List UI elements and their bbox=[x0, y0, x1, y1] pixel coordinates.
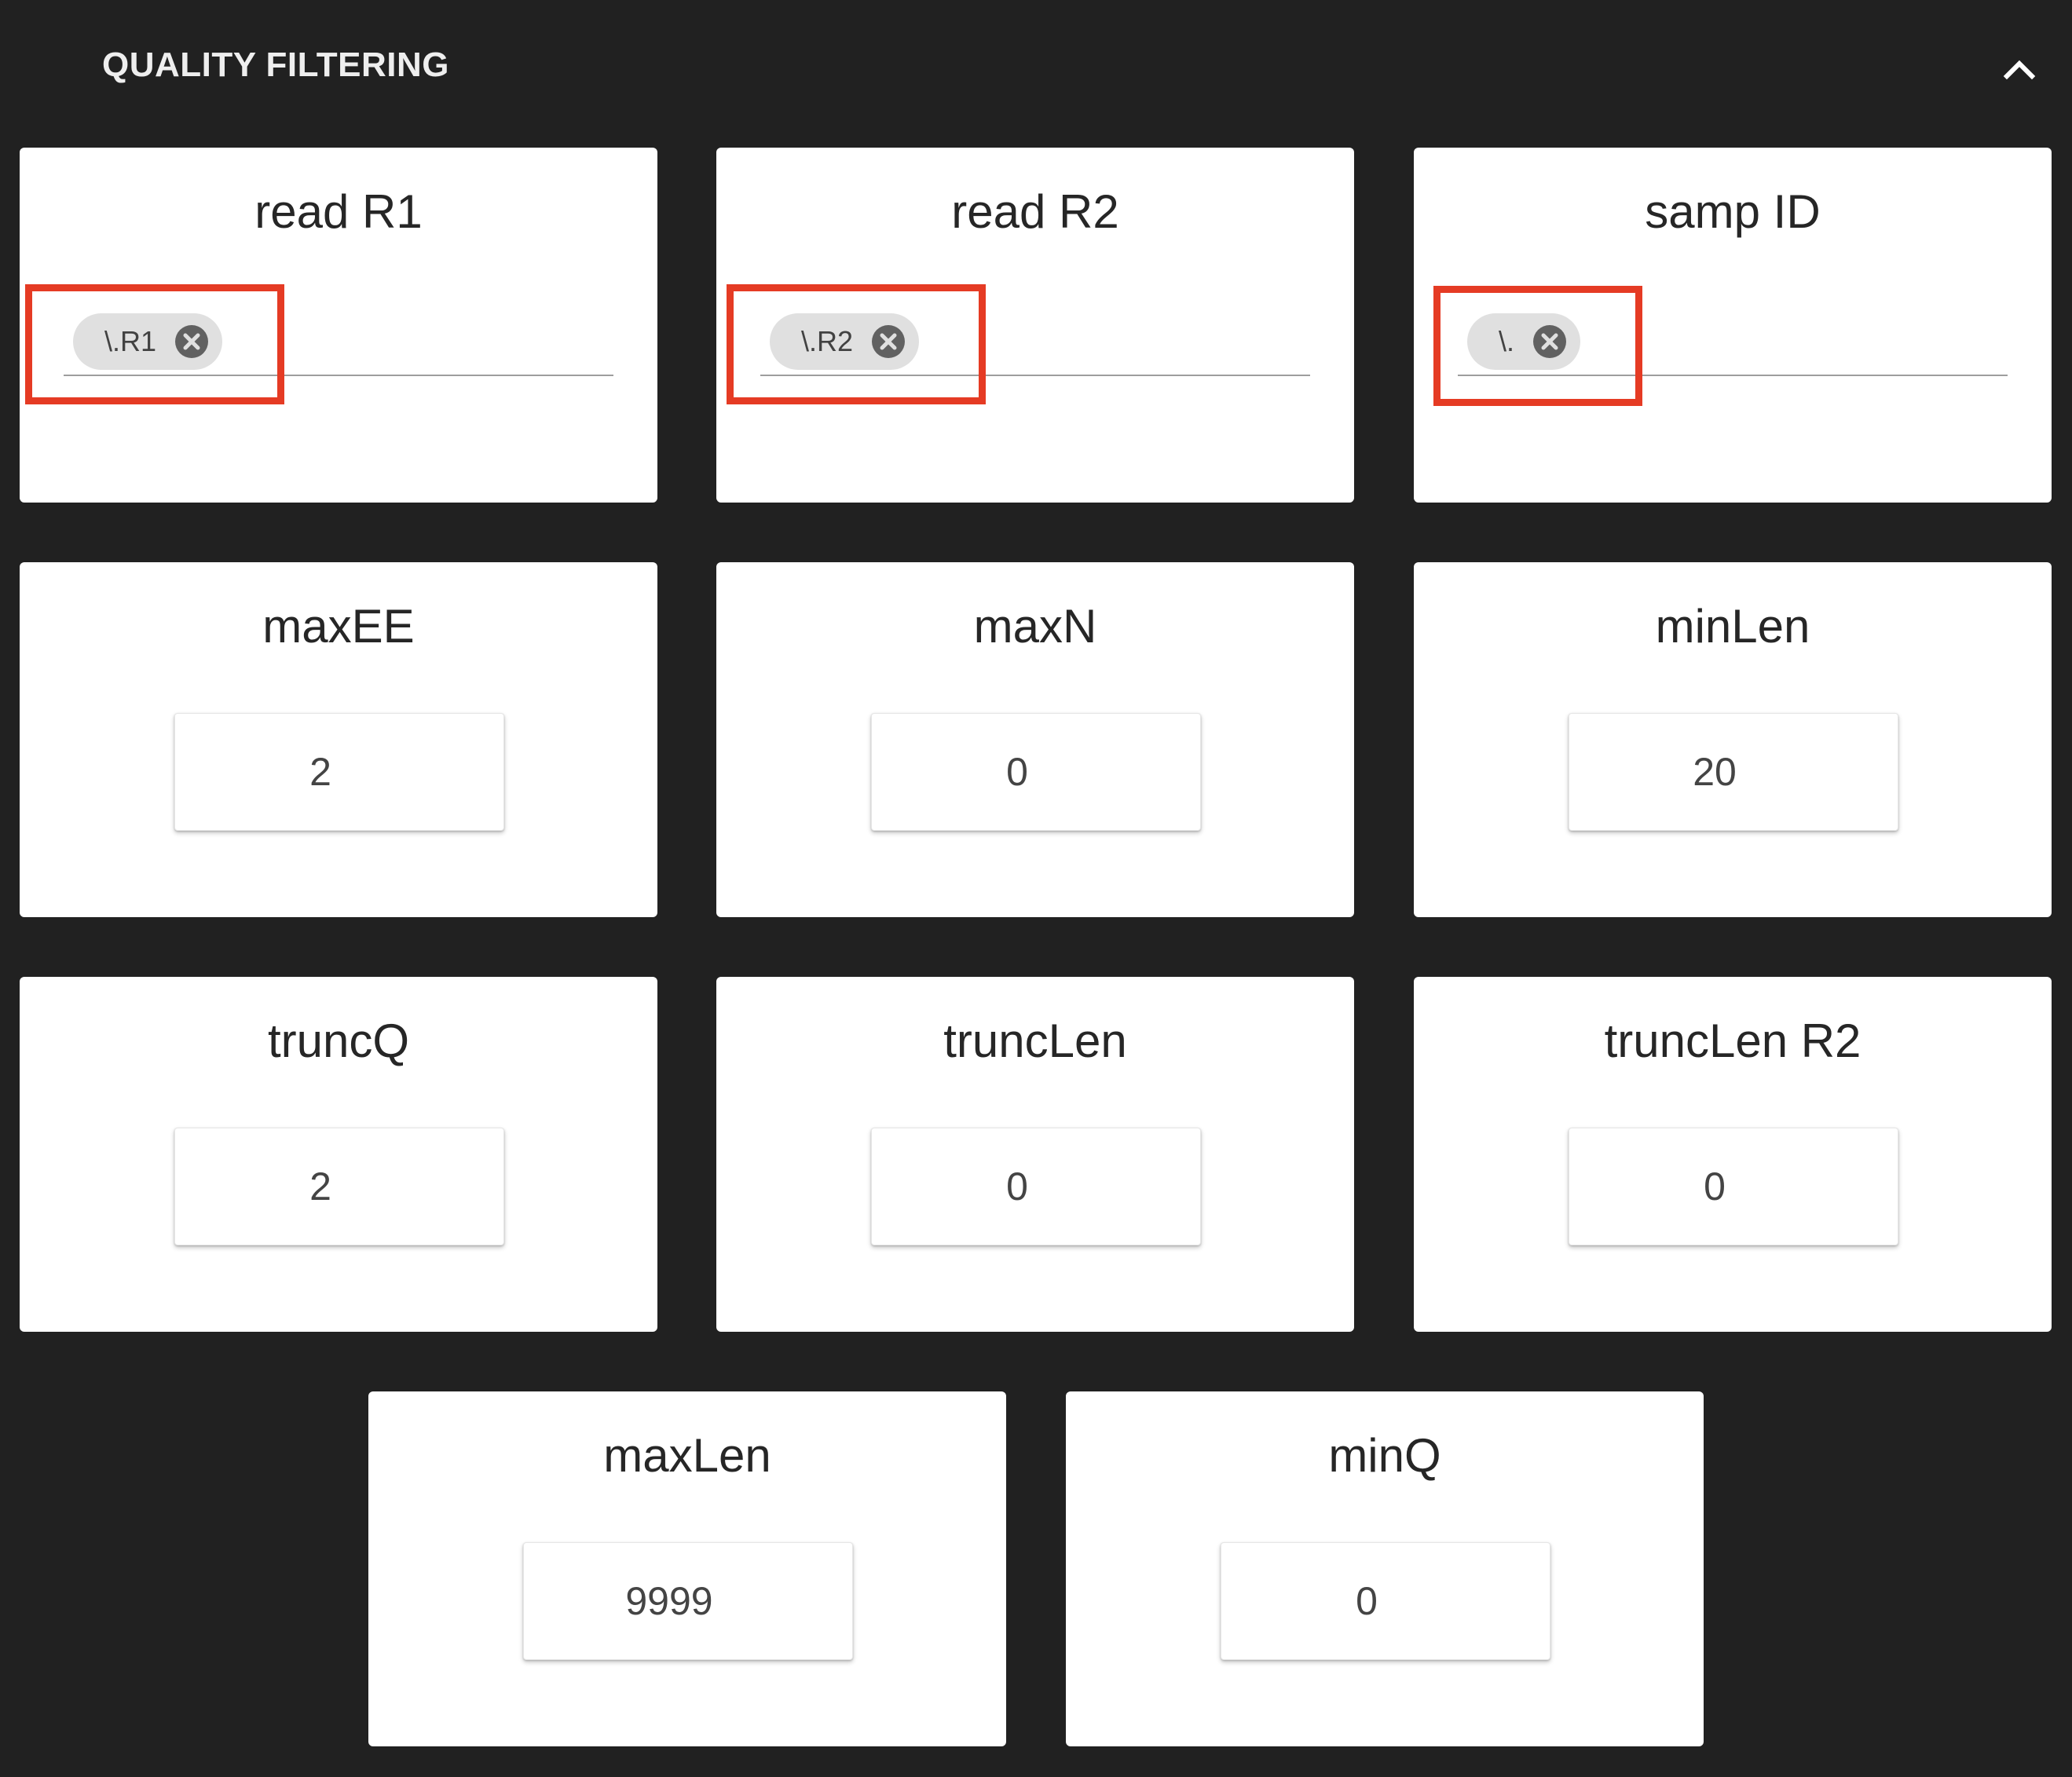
card-truncq: truncQ 2 bbox=[20, 977, 657, 1332]
input-value: 2 bbox=[309, 750, 331, 794]
field-label: maxEE bbox=[262, 600, 415, 653]
field-label: minLen bbox=[1655, 600, 1810, 653]
collapse-button[interactable] bbox=[1996, 46, 2043, 93]
maxn-input[interactable]: 0 bbox=[871, 713, 1201, 831]
field-label: samp ID bbox=[1645, 185, 1821, 238]
input-value: 0 bbox=[1356, 1579, 1378, 1623]
card-maxee: maxEE 2 bbox=[20, 562, 657, 917]
maxee-input[interactable]: 2 bbox=[174, 713, 504, 831]
highlight-box bbox=[727, 284, 986, 404]
minq-input[interactable]: 0 bbox=[1221, 1542, 1550, 1660]
card-maxn: maxN 0 bbox=[716, 562, 1354, 917]
input-value: 20 bbox=[1693, 750, 1737, 794]
field-label: truncLen bbox=[943, 1015, 1127, 1067]
card-trunclen-r2: truncLen R2 0 bbox=[1414, 977, 2052, 1332]
field-label: read R1 bbox=[254, 185, 423, 238]
input-value: 0 bbox=[1006, 750, 1028, 794]
card-maxlen: maxLen 9999 bbox=[368, 1391, 1006, 1746]
trunclen-input[interactable]: 0 bbox=[871, 1128, 1201, 1245]
maxlen-input[interactable]: 9999 bbox=[523, 1542, 853, 1660]
input-value: 0 bbox=[1704, 1165, 1726, 1208]
trunclen-r2-input[interactable]: 0 bbox=[1569, 1128, 1898, 1245]
input-value: 2 bbox=[309, 1165, 331, 1208]
input-value: 9999 bbox=[625, 1579, 713, 1623]
section-title: QUALITY FILTERING bbox=[102, 46, 449, 84]
truncq-input[interactable]: 2 bbox=[174, 1128, 504, 1245]
minlen-input[interactable]: 20 bbox=[1569, 713, 1898, 831]
input-value: 0 bbox=[1006, 1165, 1028, 1208]
card-minq: minQ 0 bbox=[1066, 1391, 1704, 1746]
card-minlen: minLen 20 bbox=[1414, 562, 2052, 917]
field-label: maxLen bbox=[603, 1429, 771, 1482]
field-label: truncQ bbox=[267, 1015, 410, 1067]
chevron-up-icon bbox=[2003, 60, 2036, 80]
highlight-box bbox=[25, 284, 284, 404]
highlight-box bbox=[1433, 286, 1642, 406]
card-trunclen: truncLen 0 bbox=[716, 977, 1354, 1332]
field-label: minQ bbox=[1328, 1429, 1441, 1482]
field-label: truncLen R2 bbox=[1604, 1015, 1862, 1067]
field-label: maxN bbox=[973, 600, 1097, 653]
section-header[interactable]: QUALITY FILTERING bbox=[0, 0, 2072, 137]
field-label: read R2 bbox=[951, 185, 1119, 238]
